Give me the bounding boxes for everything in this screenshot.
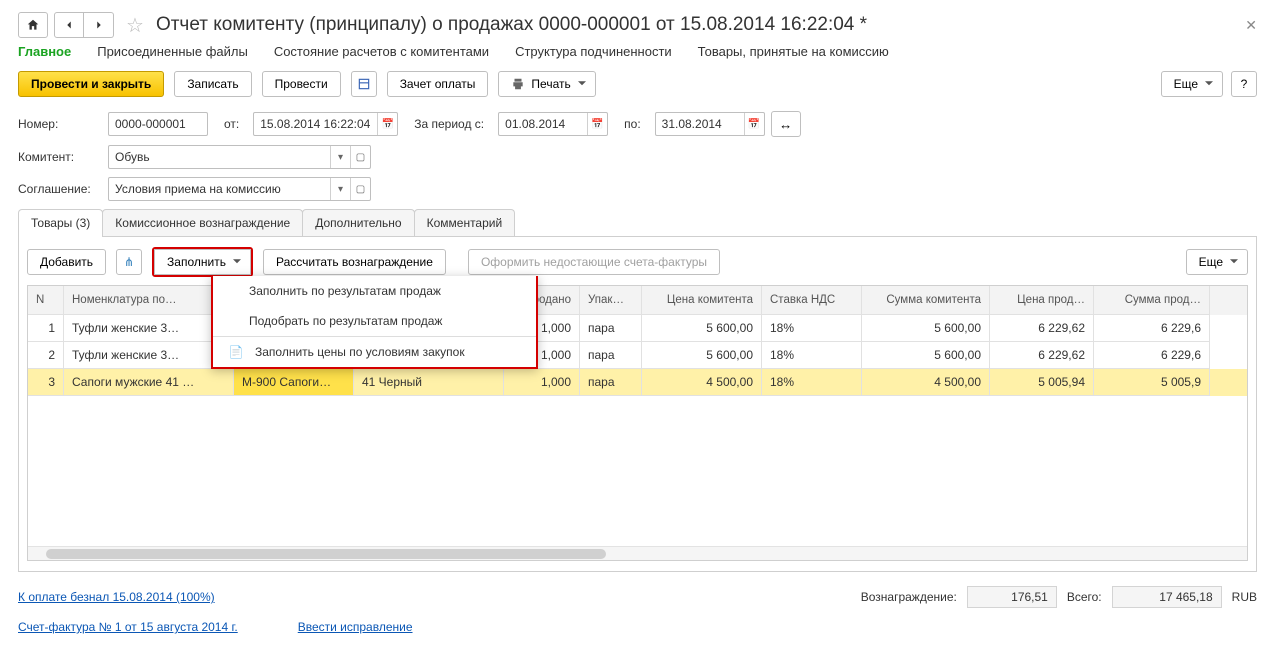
invoice-link[interactable]: Счет-фактура № 1 от 15 августа 2014 г. <box>18 620 238 634</box>
payment-offset-button[interactable]: Зачет оплаты <box>387 71 489 97</box>
total-label: Всего: <box>1067 590 1102 604</box>
print-button[interactable]: Печать <box>498 71 595 97</box>
ledger-icon <box>357 77 371 91</box>
col-n[interactable]: N <box>28 286 64 315</box>
add-row-button[interactable]: Добавить <box>27 249 106 275</box>
arrow-right-icon <box>92 18 106 32</box>
tab-settlements[interactable]: Состояние расчетов с комитентами <box>274 44 489 59</box>
tab-files[interactable]: Присоединенные файлы <box>97 44 248 59</box>
link-button[interactable]: ⋔ <box>116 249 142 275</box>
dd-fill-prices-label: Заполнить цены по условиям закупок <box>255 345 465 359</box>
dd-fill-by-sales[interactable]: Заполнить по результатам продаж <box>213 276 536 306</box>
favorite-star-icon[interactable]: ☆ <box>126 13 144 38</box>
page-title: Отчет комитенту (принципалу) о продажах … <box>156 14 867 36</box>
arrow-left-icon <box>62 18 76 32</box>
number-label: Номер: <box>18 117 102 131</box>
dropdown-icon[interactable]: ▾ <box>330 178 350 200</box>
agreement-field[interactable]: Условия приема на комиссию ▾ ▢ <box>108 177 371 201</box>
dd-fill-prices[interactable]: 📄 Заполнить цены по условиям закупок <box>213 336 536 367</box>
grid-horizontal-scrollbar[interactable] <box>28 546 1247 560</box>
post-button[interactable]: Провести <box>262 71 341 97</box>
tab-commission-goods[interactable]: Товары, принятые на комиссию <box>698 44 889 59</box>
sub-tab-fee[interactable]: Комиссионное вознаграждение <box>102 209 303 236</box>
post-and-close-button[interactable]: Провести и закрыть <box>18 71 164 97</box>
price-fill-icon: 📄 <box>227 345 245 359</box>
payment-link[interactable]: К оплате безнал 15.08.2014 (100%) <box>18 590 215 604</box>
komitent-label: Комитент: <box>18 150 102 164</box>
nav-back-button[interactable] <box>54 12 84 38</box>
from-date-field[interactable]: 15.08.2014 16:22:04 📅 <box>253 112 398 136</box>
col-price-sale[interactable]: Цена прод… <box>990 286 1094 315</box>
col-nomenclature[interactable]: Номенклатура по… <box>64 286 234 315</box>
panel-more-button[interactable]: Еще <box>1186 249 1248 275</box>
dt-kt-button[interactable] <box>351 71 377 97</box>
calendar-icon[interactable]: 📅 <box>587 113 607 135</box>
correction-link[interactable]: Ввести исправление <box>298 620 413 634</box>
help-button[interactable]: ? <box>1231 71 1257 97</box>
calendar-icon[interactable]: 📅 <box>377 113 397 135</box>
tab-structure[interactable]: Структура подчиненности <box>515 44 672 59</box>
nav-forward-button[interactable] <box>84 12 114 38</box>
total-value: 17 465,18 <box>1112 586 1222 608</box>
calendar-icon[interactable]: 📅 <box>744 113 764 135</box>
col-sum-sale[interactable]: Сумма прод… <box>1094 286 1210 315</box>
open-icon[interactable]: ▢ <box>350 146 370 168</box>
col-vat[interactable]: Ставка НДС <box>762 286 862 315</box>
fee-value: 176,51 <box>967 586 1057 608</box>
period-from-label: За период с: <box>414 117 484 131</box>
printer-icon <box>511 77 525 91</box>
period-to-field[interactable]: 31.08.2014 📅 <box>655 112 765 136</box>
dropdown-icon[interactable]: ▾ <box>330 146 350 168</box>
sync-icon: ↔ <box>779 117 792 132</box>
from-label: от: <box>224 117 239 131</box>
sub-tab-comment[interactable]: Комментарий <box>414 209 516 236</box>
sub-tab-goods[interactable]: Товары (3) <box>18 209 103 236</box>
scrollbar-thumb[interactable] <box>46 549 606 559</box>
more-button[interactable]: Еще <box>1161 71 1223 97</box>
agreement-label: Соглашение: <box>18 182 102 196</box>
to-label: по: <box>624 117 641 131</box>
period-sync-button[interactable]: ↔ <box>771 111 801 137</box>
calc-fee-button[interactable]: Рассчитать вознаграждение <box>263 249 446 275</box>
fill-button[interactable]: Заполнить <box>154 249 251 275</box>
komitent-field[interactable]: Обувь ▾ ▢ <box>108 145 371 169</box>
table-row[interactable]: 3 Сапоги мужские 41 … М-900 Сапоги… 41 Ч… <box>28 369 1247 396</box>
create-invoices-button[interactable]: Оформить недостающие счета-фактуры <box>468 249 720 275</box>
home-button[interactable] <box>18 12 48 38</box>
sub-tab-extra[interactable]: Дополнительно <box>302 209 414 236</box>
open-icon[interactable]: ▢ <box>350 178 370 200</box>
link-icon: ⋔ <box>124 255 134 269</box>
fee-label: Вознаграждение: <box>861 590 957 604</box>
col-pack[interactable]: Упак… <box>580 286 642 315</box>
tab-main[interactable]: Главное <box>18 44 71 59</box>
fill-dropdown: Заполнить по результатам продаж Подобрат… <box>211 276 538 369</box>
dd-pick-by-sales[interactable]: Подобрать по результатам продаж <box>213 306 536 336</box>
number-field[interactable]: 0000-000001 <box>108 112 208 136</box>
period-from-field[interactable]: 01.08.2014 📅 <box>498 112 608 136</box>
print-label: Печать <box>531 77 570 91</box>
currency-label: RUB <box>1232 590 1257 604</box>
col-sum[interactable]: Сумма комитента <box>862 286 990 315</box>
close-button[interactable]: ✕ <box>1245 17 1257 34</box>
home-icon <box>26 18 40 32</box>
col-price[interactable]: Цена комитента <box>642 286 762 315</box>
save-button[interactable]: Записать <box>174 71 251 97</box>
